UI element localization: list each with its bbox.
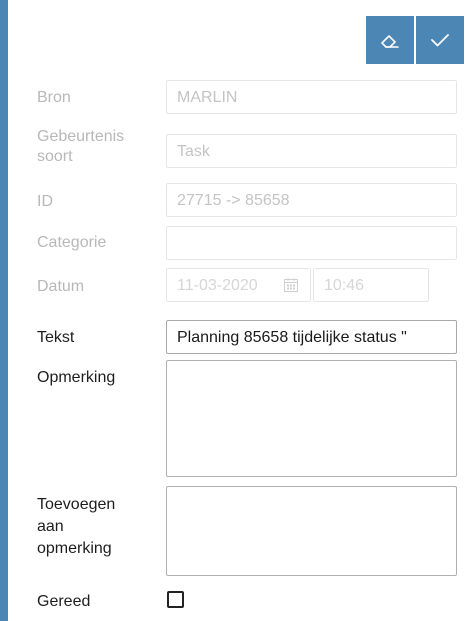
confirm-button[interactable] <box>416 16 464 64</box>
clear-button[interactable] <box>366 16 414 64</box>
categorie-field <box>166 226 457 260</box>
toevoegen-textarea[interactable] <box>166 486 457 576</box>
tekst-input[interactable]: Planning 85658 tijdelijke status " <box>166 320 457 354</box>
eraser-icon <box>381 35 399 48</box>
tekst-label: Tekst <box>37 329 75 346</box>
toevoegen-label-line2: aan <box>37 518 64 535</box>
gebeurtenis-soort-label-line2: soort <box>37 148 73 165</box>
bron-field: MARLIN <box>166 80 457 114</box>
opmerking-label: Opmerking <box>37 369 116 386</box>
gebeurtenis-soort-label: Gebeurtenis soort <box>37 127 124 167</box>
gebeurtenis-soort-field: Task <box>166 134 457 168</box>
id-field: 27715 -> 85658 <box>166 183 457 217</box>
gereed-checkbox[interactable] <box>167 591 184 608</box>
toevoegen-label-line3: opmerking <box>37 540 112 557</box>
accent-bar <box>0 0 8 621</box>
toevoegen-label: Toevoegen aan opmerking <box>37 494 115 560</box>
calendar-icon <box>284 278 298 292</box>
check-icon <box>431 34 449 47</box>
opmerking-textarea[interactable] <box>166 360 457 477</box>
gereed-label: Gereed <box>37 593 91 610</box>
datum-label: Datum <box>37 278 85 295</box>
id-label: ID <box>37 193 53 210</box>
bron-label: Bron <box>37 89 71 106</box>
toevoegen-label-line1: Toevoegen <box>37 496 116 513</box>
datum-time-field: 10:46 <box>313 268 429 302</box>
toolbar <box>366 16 464 64</box>
gebeurtenis-soort-label-line1: Gebeurtenis <box>37 128 125 145</box>
categorie-label: Categorie <box>37 234 107 251</box>
